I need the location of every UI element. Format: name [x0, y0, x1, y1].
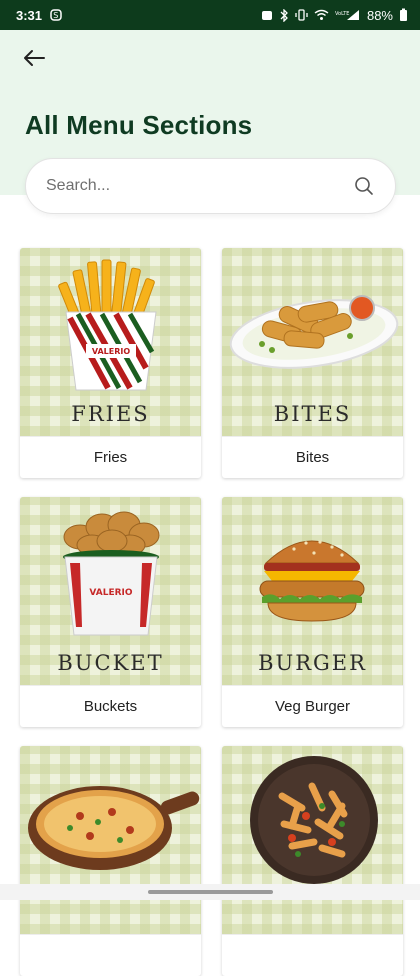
menu-card-banner: BUCKET	[57, 651, 164, 675]
home-indicator[interactable]	[148, 890, 273, 894]
menu-card-buckets[interactable]: VALERIO BUCKET Buckets	[20, 497, 201, 727]
status-bar: 3:31 S VoLTE 88%	[0, 0, 420, 30]
menu-card-veg-burger[interactable]: BURGER Veg Burger	[222, 497, 403, 727]
menu-card-fries[interactable]: VALERIO FRIES Fries	[20, 248, 201, 478]
menu-card-label: Veg Burger	[222, 685, 403, 727]
menu-card-image	[222, 746, 403, 934]
status-time: 3:31	[16, 7, 43, 23]
pizza-icon	[28, 786, 200, 870]
battery-percent: 88%	[366, 7, 393, 23]
menu-card-image: VALERIO FRIES	[20, 248, 201, 436]
pasta-icon	[250, 756, 378, 884]
menu-card-label: Bites	[222, 436, 403, 478]
wifi-icon	[314, 9, 329, 20]
bluetooth-icon	[280, 8, 288, 22]
vibrate-icon	[295, 9, 308, 21]
svg-text:S: S	[53, 11, 58, 20]
signal-icon: VoLTE	[335, 10, 359, 20]
search-bar[interactable]	[25, 158, 396, 214]
menu-card-image: VALERIO BUCKET	[20, 497, 201, 685]
brand-text: VALERIO	[89, 588, 132, 598]
menu-card-label	[20, 934, 201, 976]
menu-card-banner: BITES	[273, 402, 352, 426]
menu-card-image: BITES	[222, 248, 403, 436]
back-button[interactable]	[18, 44, 50, 72]
alarm-icon	[261, 11, 272, 20]
arrow-left-icon	[24, 50, 45, 66]
menu-card-image: BURGER	[222, 497, 403, 685]
page-title: All Menu Sections	[25, 110, 253, 140]
battery-icon	[400, 8, 407, 21]
search-input[interactable]	[46, 177, 353, 195]
menu-card-banner: BURGER	[258, 651, 367, 675]
search-icon[interactable]	[353, 175, 375, 197]
brand-text: VALERIO	[92, 347, 131, 356]
svg-text:VoLTE: VoLTE	[335, 11, 349, 17]
menu-card-label: Fries	[20, 436, 201, 478]
menu-card-label: Buckets	[20, 685, 201, 727]
menu-card-banner: FRIES	[71, 402, 150, 426]
menu-card-pasta[interactable]	[222, 746, 403, 976]
menu-card-label	[222, 934, 403, 976]
menu-card-image	[20, 746, 201, 934]
menu-card-bites[interactable]: BITES Bites	[222, 248, 403, 478]
menu-card-pizza[interactable]	[20, 746, 201, 976]
notification-icon: S	[50, 9, 62, 21]
